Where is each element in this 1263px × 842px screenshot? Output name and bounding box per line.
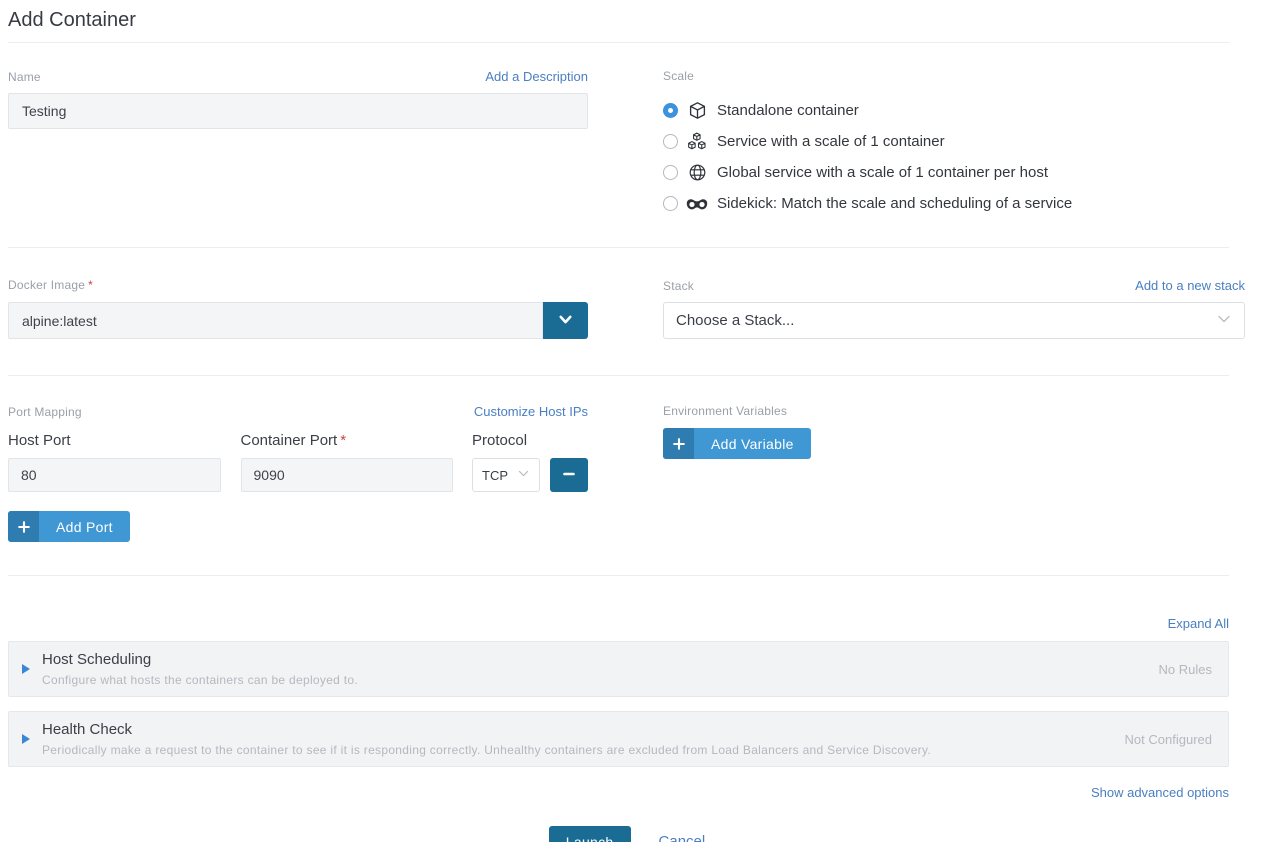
health-check-accordion[interactable]: Health Check Periodically make a request…	[8, 711, 1229, 767]
add-port-button[interactable]: Add Port	[8, 511, 130, 542]
scale-option-global[interactable]: Global service with a scale of 1 contain…	[663, 157, 1245, 188]
form-actions: Launch Cancel	[8, 826, 1246, 842]
image-stack-row: Docker Image* Stack Add to a new stack C…	[8, 248, 1246, 375]
mask-icon	[685, 197, 709, 211]
scale-option-label: Sidekick: Match the scale and scheduling…	[717, 195, 1072, 212]
chevron-down-icon	[557, 311, 574, 331]
expand-caret-icon[interactable]	[22, 734, 30, 744]
image-dropdown-button[interactable]	[543, 302, 588, 339]
expand-all-link[interactable]: Expand All	[1168, 616, 1229, 631]
launch-button[interactable]: Launch	[549, 826, 631, 842]
page-title: Add Container	[8, 0, 1246, 42]
docker-image-label: Docker Image*	[8, 278, 93, 292]
stack-select[interactable]: Choose a Stack...	[663, 302, 1245, 339]
scale-option-standalone[interactable]: Standalone container	[663, 95, 1245, 126]
host-port-input[interactable]	[8, 458, 221, 492]
accordion-description: Configure what hosts the containers can …	[42, 672, 1139, 688]
port-mapping-label: Port Mapping	[8, 405, 82, 419]
plus-icon	[663, 428, 694, 459]
name-scale-row: Name Add a Description Scale	[8, 43, 1246, 247]
cubes-icon	[685, 132, 709, 151]
add-variable-button[interactable]: Add Variable	[663, 428, 811, 459]
environment-variables-label: Environment Variables	[663, 404, 787, 418]
container-port-input[interactable]	[241, 458, 454, 492]
add-port-label: Add Port	[39, 511, 130, 542]
status-badge: Not Configured	[1125, 732, 1212, 747]
required-marker: *	[88, 278, 93, 292]
chevron-down-icon	[517, 467, 530, 483]
ports-env-row: Port Mapping Customize Host IPs Host Por…	[8, 376, 1246, 575]
status-badge: No Rules	[1159, 662, 1212, 677]
stack-select-value: Choose a Stack...	[676, 312, 794, 329]
minus-icon	[562, 467, 576, 484]
customize-host-ips-link[interactable]: Customize Host IPs	[474, 404, 588, 419]
accordion-description: Periodically make a request to the conta…	[42, 742, 1105, 758]
scale-option-sidekick[interactable]: Sidekick: Match the scale and scheduling…	[663, 188, 1245, 219]
name-input[interactable]	[8, 93, 588, 129]
host-scheduling-accordion[interactable]: Host Scheduling Configure what hosts the…	[8, 641, 1229, 697]
container-port-label: Container Port*	[241, 432, 454, 449]
accordion-title: Health Check	[42, 720, 1105, 740]
required-marker: *	[340, 432, 346, 449]
name-label: Name	[8, 70, 41, 84]
globe-icon	[685, 163, 709, 182]
chevron-down-icon	[1216, 311, 1232, 331]
show-advanced-options-link[interactable]: Show advanced options	[1091, 785, 1229, 800]
radio-standalone[interactable]	[663, 103, 678, 118]
plus-icon	[8, 511, 39, 542]
scale-options: Standalone container	[663, 95, 1245, 219]
protocol-label: Protocol	[472, 432, 588, 449]
add-variable-label: Add Variable	[694, 428, 811, 459]
scale-option-label: Service with a scale of 1 container	[717, 133, 945, 150]
radio-global[interactable]	[663, 165, 678, 180]
scale-label: Scale	[663, 69, 694, 83]
scale-option-service[interactable]: Service with a scale of 1 container	[663, 126, 1245, 157]
accordion-title: Host Scheduling	[42, 650, 1139, 670]
scale-option-label: Global service with a scale of 1 contain…	[717, 164, 1048, 181]
docker-image-input[interactable]	[8, 302, 543, 339]
expand-caret-icon[interactable]	[22, 664, 30, 674]
stack-label: Stack	[663, 279, 694, 293]
cancel-link[interactable]: Cancel	[659, 833, 706, 842]
scale-option-label: Standalone container	[717, 102, 859, 119]
radio-service[interactable]	[663, 134, 678, 149]
protocol-select[interactable]: TCP	[472, 458, 540, 492]
cube-icon	[685, 101, 709, 120]
add-container-form: Add Container Name Add a Description Sca…	[0, 0, 1263, 842]
radio-sidekick[interactable]	[663, 196, 678, 211]
add-description-link[interactable]: Add a Description	[485, 69, 588, 84]
protocol-select-value: TCP	[482, 468, 508, 483]
add-new-stack-link[interactable]: Add to a new stack	[1135, 278, 1245, 293]
remove-port-button[interactable]	[550, 458, 588, 492]
host-port-label: Host Port	[8, 432, 221, 449]
divider	[8, 575, 1229, 576]
